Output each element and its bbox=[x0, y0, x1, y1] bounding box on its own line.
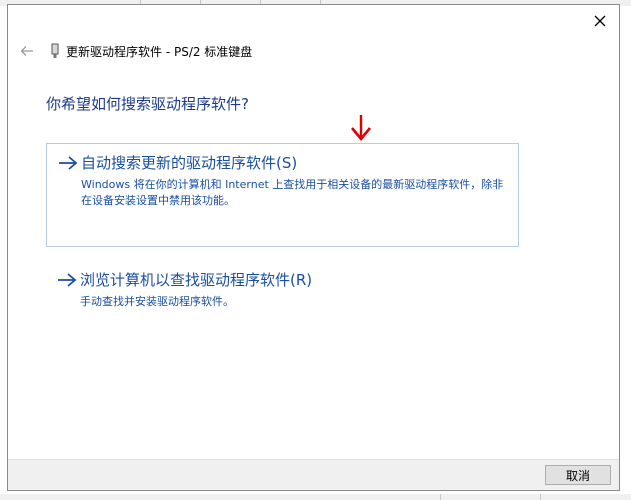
right-arrow-icon bbox=[59, 156, 78, 170]
update-driver-dialog: 更新驱动程序软件 - PS/2 标准键盘 你希望如何搜索驱动程序软件? 自动搜索… bbox=[7, 4, 620, 491]
option-description: Windows 将在你的计算机和 Internet 上查找用于相关设备的最新驱动… bbox=[81, 178, 504, 207]
back-button[interactable] bbox=[18, 42, 36, 60]
option-auto-search[interactable]: 自动搜索更新的驱动程序软件(S) Windows 将在你的计算机和 Intern… bbox=[46, 143, 519, 247]
option-browse-computer[interactable]: 浏览计算机以查找驱动程序软件(R) 手动查找并安装驱动程序软件。 bbox=[46, 261, 519, 321]
background-cell bbox=[360, 494, 441, 500]
close-button[interactable] bbox=[589, 11, 611, 31]
option-title: 浏览计算机以查找驱动程序软件(R) bbox=[80, 271, 313, 289]
page-question: 你希望如何搜索驱动程序软件? bbox=[46, 95, 249, 113]
dialog-footer: 取消 bbox=[8, 459, 619, 490]
dialog-header: 更新驱动程序软件 - PS/2 标准键盘 bbox=[18, 41, 252, 61]
cancel-button[interactable]: 取消 bbox=[545, 465, 611, 485]
close-icon bbox=[594, 15, 606, 27]
red-down-arrow-icon bbox=[350, 115, 372, 142]
back-arrow-icon bbox=[20, 46, 33, 56]
option-description: 手动查找并安装驱动程序软件。 bbox=[80, 295, 234, 308]
dialog-title: 更新驱动程序软件 - PS/2 标准键盘 bbox=[66, 44, 253, 59]
right-arrow-icon bbox=[58, 273, 77, 287]
background-window-bottom bbox=[0, 494, 631, 500]
background-cell bbox=[440, 494, 541, 500]
device-icon bbox=[51, 43, 59, 58]
option-title: 自动搜索更新的驱动程序软件(S) bbox=[81, 154, 298, 172]
